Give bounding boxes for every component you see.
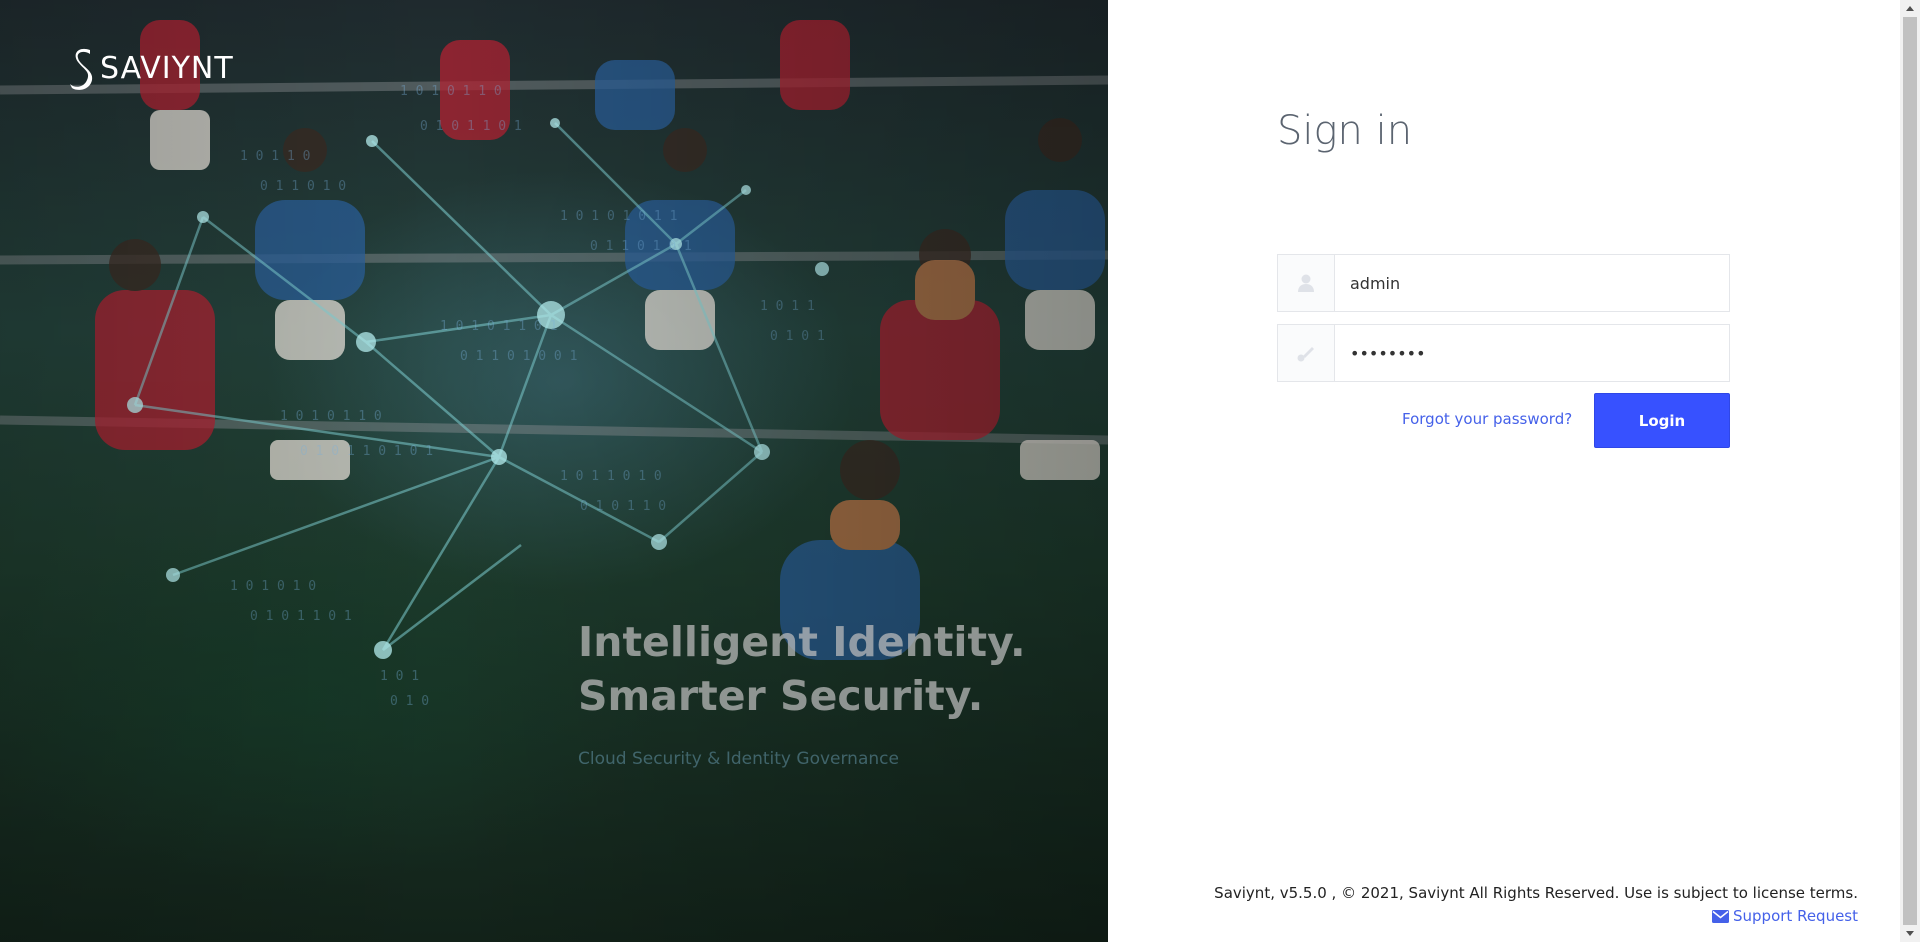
password-input[interactable] [1335, 325, 1729, 381]
key-icon [1297, 347, 1314, 362]
signin-panel: Sign in Forgot your password? Login Savi… [1108, 0, 1900, 942]
copyright-text: Saviynt, v5.5.0 , © 2021, Saviynt All Ri… [1214, 884, 1858, 902]
login-button[interactable]: Login [1594, 393, 1730, 448]
username-field [1277, 254, 1730, 312]
hero-panel: 1 0 1 0 1 1 00 1 0 1 1 0 1 1 0 1 1 00 1 … [0, 0, 1108, 942]
support-request-label: Support Request [1733, 907, 1858, 925]
scroll-down-button[interactable] [1900, 925, 1920, 942]
hero-subline: Cloud Security & Identity Governance [578, 749, 899, 769]
page-title: Sign in [1277, 108, 1413, 154]
hero-overlay [0, 0, 1108, 942]
footer: Saviynt, v5.5.0 , © 2021, Saviynt All Ri… [1214, 884, 1858, 927]
forgot-password-link[interactable]: Forgot your password? [1402, 410, 1572, 428]
username-input[interactable] [1335, 255, 1729, 311]
scroll-up-button[interactable] [1900, 0, 1920, 17]
scroll-up-arrow-icon [1906, 6, 1914, 11]
scroll-down-arrow-icon [1906, 931, 1914, 936]
password-field [1277, 324, 1730, 382]
user-icon [1298, 274, 1314, 292]
hero-headline-line1: Intelligent Identity. [578, 618, 1026, 666]
logo-wordmark: SAVIYNT [100, 50, 234, 86]
saviynt-logo: SAVIYNT [68, 44, 234, 92]
password-addon [1278, 325, 1335, 381]
hero-headline-line2: Smarter Security. [578, 672, 984, 720]
saviynt-logo-mark-icon [70, 48, 93, 90]
scrollbar-thumb[interactable] [1903, 17, 1917, 925]
envelope-icon [1712, 909, 1729, 923]
vertical-scrollbar[interactable] [1900, 0, 1920, 942]
support-request-link[interactable]: Support Request [1712, 907, 1858, 925]
hero-headline: Intelligent Identity. Smarter Security. [578, 615, 1026, 723]
username-addon [1278, 255, 1335, 311]
